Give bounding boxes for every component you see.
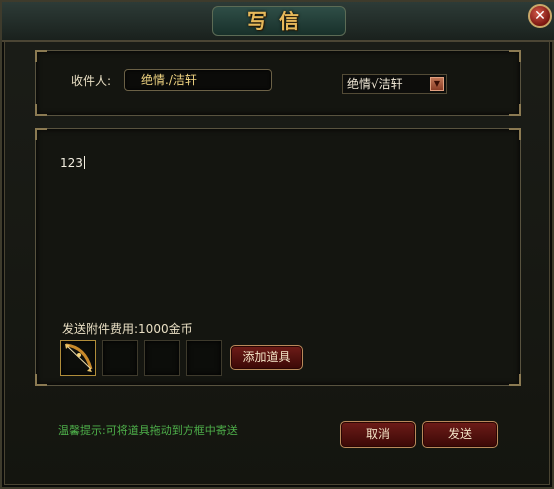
cancel-button[interactable]: 取消 xyxy=(340,421,416,448)
corner-ornament xyxy=(35,374,47,386)
recipient-label: 收件人: xyxy=(71,74,112,88)
corner-ornament xyxy=(35,104,47,116)
message-body[interactable]: 123 xyxy=(60,155,85,171)
hint-text: 温馨提示:可将道具拖动到方框中寄送 xyxy=(58,424,238,437)
message-text: 123 xyxy=(60,156,83,170)
attachment-slot-3[interactable] xyxy=(144,340,180,376)
send-button[interactable]: 发送 xyxy=(422,421,498,448)
attachment-slot-2[interactable] xyxy=(102,340,138,376)
close-icon: ✕ xyxy=(534,8,546,24)
mail-window: 写信 ✕ 收件人: 绝情./洁轩 绝情√洁轩 ▼ 123 发送附件费用:1000… xyxy=(0,0,554,489)
corner-ornament xyxy=(509,374,521,386)
corner-ornament xyxy=(35,50,47,62)
text-caret xyxy=(83,156,85,169)
attachment-slot-1[interactable] xyxy=(60,340,96,376)
attachment-slot-4[interactable] xyxy=(186,340,222,376)
friend-select-value: 绝情√洁轩 xyxy=(347,77,403,91)
add-item-button[interactable]: 添加道具 xyxy=(230,345,303,370)
close-button[interactable]: ✕ xyxy=(528,4,552,28)
corner-ornament xyxy=(35,128,47,140)
bow-item-icon xyxy=(65,343,93,372)
corner-ornament xyxy=(509,128,521,140)
attachment-fee-label: 发送附件费用:1000金币 xyxy=(62,322,193,336)
triangle-down-icon[interactable]: ▼ xyxy=(430,77,444,91)
recipient-input[interactable]: 绝情./洁轩 xyxy=(124,69,272,91)
window-title: 写信 xyxy=(247,9,311,33)
title-bar[interactable]: 写信 ✕ xyxy=(2,2,554,42)
corner-ornament xyxy=(509,104,521,116)
corner-ornament xyxy=(509,50,521,62)
